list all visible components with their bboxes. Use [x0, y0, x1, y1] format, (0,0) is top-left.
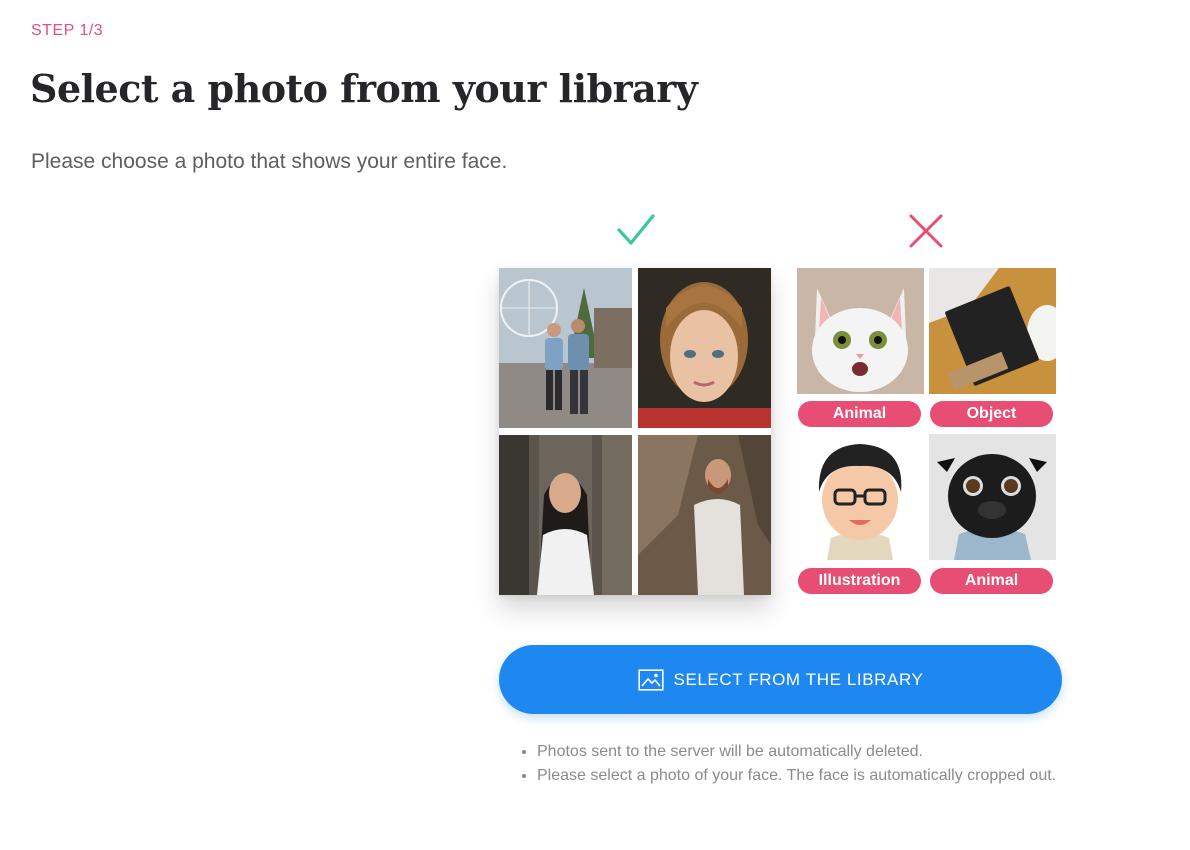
bad-example-illustration [797, 434, 924, 560]
page-subtitle: Please choose a photo that shows your en… [31, 150, 508, 173]
select-from-library-button[interactable]: SELECT FROM THE LIBRARY [499, 645, 1062, 714]
good-example-man-portrait [638, 435, 771, 595]
bad-label-animal-2: Animal [930, 568, 1053, 594]
note-item: Please select a photo of your face. The … [537, 764, 1082, 788]
good-example-girl-portrait [638, 268, 771, 428]
good-example-woman-portrait [499, 435, 632, 595]
checkmark-icon [617, 214, 655, 245]
bad-label-illustration: Illustration [798, 568, 921, 594]
cross-icon [909, 214, 943, 248]
bad-example-book-photo [929, 268, 1056, 394]
page-title: Select a photo from your library [30, 66, 698, 111]
good-examples-collage [499, 268, 771, 595]
image-icon [637, 668, 664, 691]
bad-example-pug-photo [929, 434, 1056, 560]
note-item: Photos sent to the server will be automa… [537, 740, 1082, 764]
bad-label-object: Object [930, 401, 1053, 427]
good-example-couple-photo [499, 268, 632, 428]
bad-label-animal: Animal [798, 401, 921, 427]
bad-example-cat-photo [797, 268, 924, 394]
select-from-library-label: SELECT FROM THE LIBRARY [673, 669, 924, 689]
notes-list: Photos sent to the server will be automa… [517, 740, 1082, 788]
step-indicator: STEP 1/3 [31, 22, 104, 39]
